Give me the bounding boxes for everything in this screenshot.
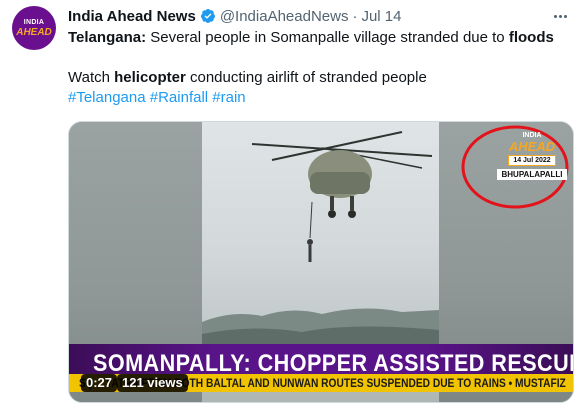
tweet-text-line1: Telangana: Several people in Somanpalle …	[68, 28, 554, 48]
text-bold-floods: floods	[508, 29, 554, 46]
logo-date: 14 Jul 2022	[508, 155, 556, 166]
text-bold-telangana: Telangana:	[68, 29, 147, 46]
text-segment: Several people in Somanpalle village str…	[146, 29, 509, 46]
author-handle[interactable]: @IndiaAheadNews	[220, 8, 349, 25]
tweet-text-line2: Watch helicopter conducting airlift of s…	[68, 68, 427, 88]
logo-text-line2: AHEAD	[508, 139, 556, 154]
author-avatar[interactable]: INDIA AHEAD	[12, 6, 56, 50]
video-player[interactable]: INDIA AHEAD 14 Jul 2022 BHUPALAPALLI SOM…	[68, 121, 574, 403]
hashtag-rain[interactable]: #rain	[212, 89, 245, 106]
avatar-text-line2: AHEAD	[16, 26, 52, 38]
video-views: 121 views	[117, 374, 188, 392]
hashtag-rainfall[interactable]: #Rainfall	[150, 89, 208, 106]
more-options-icon[interactable]	[550, 6, 570, 26]
channel-logo: INDIA AHEAD 14 Jul 2022 BHUPALAPALLI	[497, 132, 567, 188]
verified-badge-icon	[200, 9, 215, 23]
text-segment: Watch	[68, 69, 115, 86]
author-name[interactable]: India Ahead News	[68, 8, 196, 25]
hashtag-line: #Telangana #Rainfall #rain	[68, 88, 246, 108]
tweet[interactable]: INDIA AHEAD India Ahead News @IndiaAhead…	[0, 0, 586, 406]
logo-location: BHUPALAPALLI	[497, 169, 567, 180]
separator-dot: ·	[352, 7, 358, 25]
helicopter-image	[251, 131, 433, 262]
text-bold-helicopter: helicopter	[114, 69, 186, 86]
text-segment: conducting airlift of stranded people	[185, 69, 427, 86]
video-duration: 0:27	[81, 374, 118, 392]
tweet-header: India Ahead News @IndiaAheadNews · Jul 1…	[68, 6, 401, 26]
tweet-date[interactable]: Jul 14	[361, 8, 401, 25]
hashtag-telangana[interactable]: #Telangana	[68, 89, 146, 106]
avatar-text-line1: INDIA	[23, 18, 45, 26]
